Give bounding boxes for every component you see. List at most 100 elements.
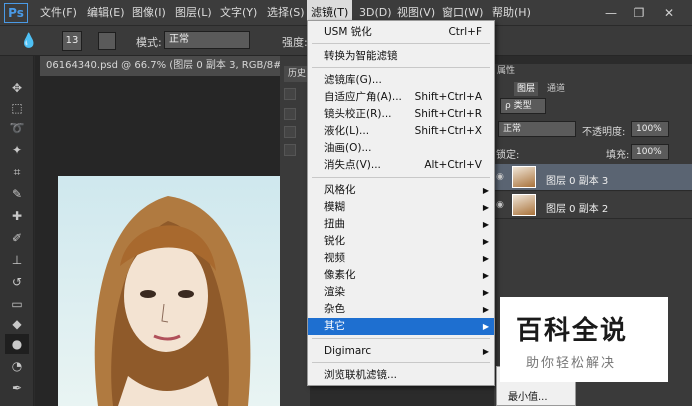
submenu-item-minimum[interactable]: 最小值... (508, 388, 548, 403)
watermark-subtitle: 助你轻松解决 (526, 356, 617, 371)
menu-item-label: 锐化 (324, 235, 345, 247)
menu-layer[interactable]: 图层(L) (171, 0, 216, 26)
blend-mode-select[interactable]: 正常 (498, 121, 576, 137)
tab-properties[interactable]: 属性 (494, 64, 518, 78)
menu-separator (312, 362, 490, 363)
menu-item-shortcut: Shift+Ctrl+A (414, 91, 482, 103)
menu-item-shortcut: Ctrl+F (448, 26, 482, 38)
history-row[interactable] (284, 126, 296, 138)
menu-item-lens-correction[interactable]: 镜头校正(R)... Shift+Ctrl+R (308, 106, 494, 123)
menu-item-liquify[interactable]: 液化(L)... Shift+Ctrl+X (308, 123, 494, 140)
submenu-arrow-icon: ▶ (482, 237, 489, 246)
menu-item-usm-sharpen[interactable]: USM 锐化 Ctrl+F (308, 24, 494, 41)
history-row[interactable] (284, 108, 296, 120)
menu-item-shortcut: Shift+Ctrl+X (414, 125, 482, 137)
menu-item-other[interactable]: 其它 ▶ (308, 318, 494, 335)
eyedropper-icon[interactable]: ✎ (5, 184, 29, 204)
menu-item-label: 自适应广角(A)... (324, 91, 402, 103)
menu-item-vanishing-point[interactable]: 消失点(V)... Alt+Ctrl+V (308, 157, 494, 174)
menu-type[interactable]: 文字(Y) (216, 0, 261, 26)
menu-separator (312, 43, 490, 44)
tools-panel: ✥ ⬚ ➰ ✦ ⌗ ✎ ✚ ✐ ⊥ ↺ ▭ ◆ ● ◔ ✒ (0, 56, 34, 406)
menu-file[interactable]: 文件(F) (36, 0, 81, 26)
menu-item-noise[interactable]: 杂色 ▶ (308, 301, 494, 318)
lock-label: 锁定: (496, 150, 520, 161)
eraser-icon[interactable]: ▭ (5, 294, 29, 314)
visibility-eye-icon[interactable]: ◉ (496, 200, 504, 210)
menu-item-distort[interactable]: 扭曲 ▶ (308, 216, 494, 233)
pen-tool-icon[interactable]: ✒ (5, 378, 29, 398)
menu-item-label: 渲染 (324, 286, 345, 298)
menu-image[interactable]: 图像(I) (128, 0, 170, 26)
menu-item-label: 消失点(V)... (324, 159, 381, 171)
menu-item-browse-online-filters[interactable]: 浏览联机滤镜... (308, 367, 494, 384)
opacity-label: 不透明度: (582, 127, 626, 138)
opacity-input[interactable]: 100% (631, 121, 669, 137)
menu-item-label: 液化(L)... (324, 125, 370, 137)
image-canvas[interactable] (58, 176, 280, 406)
close-icon[interactable]: ✕ (658, 4, 680, 22)
layer-kind-filter[interactable]: ρ 类型 (500, 98, 546, 114)
tab-layers[interactable]: 图层 (514, 82, 539, 96)
menu-item-render[interactable]: 渲染 ▶ (308, 284, 494, 301)
lasso-tool-icon[interactable]: ➰ (5, 118, 29, 138)
menu-item-label: 模糊 (324, 201, 345, 213)
photoshop-logo: Ps (4, 3, 28, 23)
brush-tool-icon[interactable]: ✐ (5, 228, 29, 248)
paint-bucket-icon[interactable]: ◆ (5, 314, 29, 334)
fill-input[interactable]: 100% (631, 144, 669, 160)
menu-edit[interactable]: 编辑(E) (83, 0, 129, 26)
menu-item-stylize[interactable]: 风格化 ▶ (308, 182, 494, 199)
menu-item-digimarc[interactable]: Digimarc ▶ (308, 343, 494, 360)
visibility-eye-icon[interactable]: ◉ (496, 172, 504, 182)
minimize-icon[interactable]: — (600, 4, 622, 22)
healing-brush-icon[interactable]: ✚ (5, 206, 29, 226)
submenu-arrow-icon: ▶ (482, 186, 489, 195)
history-row[interactable] (284, 144, 296, 156)
menu-item-adaptive-wide-angle[interactable]: 自适应广角(A)... Shift+Ctrl+A (308, 89, 494, 106)
submenu-arrow-icon: ▶ (482, 305, 489, 314)
menu-item-convert-smart-filter[interactable]: 转换为智能滤镜 (308, 48, 494, 65)
menu-separator (312, 67, 490, 68)
blur-tool-icon[interactable]: 💧 (20, 32, 38, 50)
document-tab[interactable]: 06164340.psd @ 66.7% (图层 0 副本 3, RGB/8#)… (40, 56, 280, 76)
menu-item-label: 镜头校正(R)... (324, 108, 392, 120)
menu-item-label: 滤镜库(G)... (324, 74, 382, 86)
menu-item-blur[interactable]: 模糊 ▶ (308, 199, 494, 216)
fill-label: 填充: (606, 150, 630, 161)
crop-tool-icon[interactable]: ⌗ (5, 162, 29, 182)
mode-select[interactable]: 正常 (164, 31, 250, 49)
brush-panel-icon[interactable] (98, 32, 116, 50)
menu-item-video[interactable]: 视频 ▶ (308, 250, 494, 267)
layer-name[interactable]: 图层 0 副本 2 (546, 200, 608, 215)
brush-size-picker[interactable]: 13 (62, 31, 82, 51)
menu-item-label: Digimarc (324, 345, 372, 357)
history-brush-icon[interactable]: ↺ (5, 272, 29, 292)
menu-item-sharpen[interactable]: 锐化 ▶ (308, 233, 494, 250)
menu-item-label: 风格化 (324, 184, 356, 196)
history-row[interactable] (284, 88, 296, 100)
menu-item-label: USM 锐化 (324, 26, 372, 38)
tab-channels[interactable]: 通道 (544, 82, 568, 96)
submenu-arrow-icon: ▶ (482, 347, 489, 356)
magic-wand-icon[interactable]: ✦ (5, 140, 29, 160)
menu-item-label: 其它 (324, 320, 345, 332)
clone-stamp-icon[interactable]: ⊥ (5, 250, 29, 270)
marquee-tool-icon[interactable]: ⬚ (5, 98, 29, 118)
submenu-arrow-icon: ▶ (482, 288, 489, 297)
portrait-sketch-image (94, 196, 251, 406)
menu-item-filter-gallery[interactable]: 滤镜库(G)... (308, 72, 494, 89)
menu-select[interactable]: 选择(S) (263, 0, 309, 26)
search-icon: ρ (505, 101, 514, 111)
menu-item-shortcut: Alt+Ctrl+V (424, 159, 482, 171)
blur-tool-icon[interactable]: ● (5, 334, 29, 354)
move-tool-icon[interactable]: ✥ (5, 78, 29, 98)
menu-help[interactable]: 帮助(H) (488, 0, 535, 26)
menu-item-oil-paint[interactable]: 油画(O)... (308, 140, 494, 157)
restore-icon[interactable]: ❐ (628, 4, 650, 22)
layer-name[interactable]: 图层 0 副本 3 (546, 172, 608, 187)
layer-thumbnail (512, 194, 536, 216)
menu-item-label: 扭曲 (324, 218, 345, 230)
dodge-tool-icon[interactable]: ◔ (5, 356, 29, 376)
menu-item-pixelate[interactable]: 像素化 ▶ (308, 267, 494, 284)
